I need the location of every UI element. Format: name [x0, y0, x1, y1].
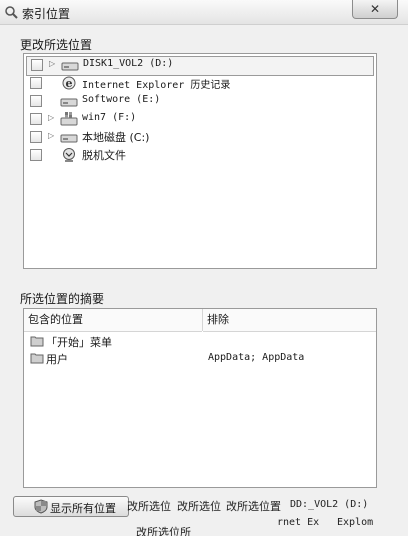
shield-icon: [34, 499, 48, 514]
column-header-included[interactable]: 包含的位置: [24, 309, 202, 332]
summary-label: 所选位置的摘要: [20, 292, 105, 306]
ghost-text: DD:_VOL2 (D:): [290, 499, 369, 510]
title-bar: 索引位置 ✕: [0, 0, 408, 25]
tree-item-label: DISK1_VOL2 (D:): [83, 58, 174, 69]
folder-icon: [30, 353, 44, 364]
ghost-text: 改所选位置: [226, 500, 281, 513]
expand-arrow-icon[interactable]: ▷: [48, 131, 54, 140]
ghost-text-clip: 改所选位所: [128, 524, 278, 536]
show-all-locations-button[interactable]: 显示所有位置: [13, 496, 129, 517]
offline-files-icon: [63, 148, 75, 162]
expand-arrow-icon[interactable]: ▷: [49, 59, 55, 68]
locations-tree[interactable]: ▷ DISK1_VOL2 (D:) e Internet Explorer 历史…: [23, 53, 377, 269]
tree-item-label: Softwore (E:): [82, 94, 161, 105]
included-location: 用户: [46, 353, 68, 366]
summary-list[interactable]: 包含的位置 排除 「开始」菜单 用户 AppData; AppData: [23, 308, 377, 488]
ghost-text: 改所选位: [177, 500, 221, 513]
close-button[interactable]: ✕: [352, 0, 398, 19]
indexing-icon: [5, 6, 18, 19]
tree-item-label: 脱机文件: [82, 149, 126, 162]
close-icon: ✕: [369, 2, 381, 16]
ghost-text: Explom: [337, 517, 374, 528]
included-location: 「开始」菜单: [46, 336, 112, 349]
column-header-excluded[interactable]: 排除: [203, 309, 376, 332]
checkbox[interactable]: [31, 59, 43, 71]
summary-row[interactable]: 用户 AppData; AppData: [24, 350, 376, 366]
drive-icon: [61, 62, 79, 71]
show-all-button-label: 显示所有位置: [50, 502, 116, 515]
checkbox[interactable]: [30, 77, 42, 89]
tree-item-win7[interactable]: ▷ win7 (F:): [24, 110, 376, 128]
tree-item-softwore[interactable]: Softwore (E:): [24, 92, 376, 110]
ghost-text: 改所选位: [127, 500, 171, 513]
expand-arrow-icon[interactable]: ▷: [48, 113, 54, 122]
change-locations-label: 更改所选位置: [20, 38, 93, 52]
excluded-items: AppData; AppData: [208, 352, 305, 363]
tree-item-label: win7 (F:): [82, 112, 137, 123]
system-drive-icon: [60, 112, 78, 126]
tree-item-offline-files[interactable]: 脱机文件: [24, 146, 376, 164]
tree-item-disk1-vol2[interactable]: ▷ DISK1_VOL2 (D:): [26, 56, 374, 76]
checkbox[interactable]: [30, 131, 42, 143]
folder-icon: [30, 336, 44, 347]
svg-text:e: e: [66, 77, 73, 90]
summary-row[interactable]: 「开始」菜单: [24, 333, 376, 349]
drive-icon: [60, 134, 78, 143]
checkbox[interactable]: [30, 95, 42, 107]
window-title: 索引位置: [22, 7, 71, 21]
internet-explorer-icon: e: [62, 76, 76, 90]
tree-item-local-disk-c[interactable]: ▷ 本地磁盘 (C:): [24, 128, 376, 146]
ghost-text: rnet Ex: [277, 517, 320, 528]
tree-item-ie-history[interactable]: e Internet Explorer 历史记录: [24, 74, 376, 92]
ghost-text: 改所选位所: [136, 526, 191, 536]
column-header-label: 包含的位置: [28, 313, 83, 326]
column-header-label: 排除: [207, 313, 229, 326]
checkbox[interactable]: [30, 149, 42, 161]
tree-item-label: 本地磁盘 (C:): [82, 131, 150, 144]
checkbox[interactable]: [30, 113, 42, 125]
drive-icon: [60, 98, 78, 107]
tree-item-label: Internet Explorer 历史记录: [82, 80, 231, 91]
